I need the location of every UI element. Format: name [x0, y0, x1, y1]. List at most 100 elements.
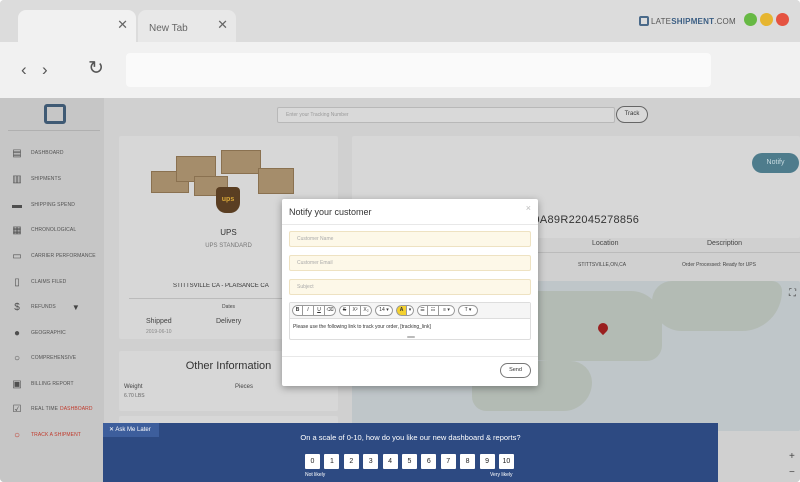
tab-new-tab[interactable]: New Tab ✕	[138, 10, 236, 42]
subscript-button[interactable]: X₂	[361, 305, 372, 316]
sidebar-item-real-time-dashboard[interactable]: ☑ REAL TIME DASHBOARD	[0, 396, 104, 422]
column-header-description: Description	[707, 240, 743, 247]
table-dropdown[interactable]: T ▾	[458, 305, 478, 316]
brand-mark-icon	[639, 16, 649, 26]
sidebar-item-label: CHRONOLOGICAL	[31, 227, 77, 233]
dollar-icon: $	[14, 301, 20, 313]
weight-label: Weight	[124, 384, 143, 390]
back-icon[interactable]: ‹	[21, 60, 27, 80]
sidebar-item-label: REAL TIME	[31, 406, 59, 412]
rating-scale: 0 1 2 3 4 5 6 7 8 9 10	[305, 454, 518, 469]
zoom-out-button[interactable]: −	[789, 467, 795, 478]
window-close-dot[interactable]	[776, 13, 789, 26]
rating-button-5[interactable]: 5	[401, 454, 417, 469]
sidebar-item-chronological[interactable]: ▦ CHRONOLOGICAL	[0, 217, 104, 243]
forward-icon[interactable]: ›	[42, 60, 48, 80]
rating-button-1[interactable]: 1	[324, 454, 340, 469]
rating-button-9[interactable]: 9	[479, 454, 495, 469]
message-body[interactable]: Please use the following link to track y…	[293, 324, 431, 330]
color-dropdown-caret[interactable]: ▾	[407, 305, 414, 316]
superscript-button[interactable]: X²	[350, 305, 361, 316]
reload-icon[interactable]: ↻	[88, 57, 104, 80]
ups-logo-icon: ups	[216, 187, 240, 213]
bullet-list-button[interactable]: ☰	[417, 305, 428, 316]
search-icon: ○	[13, 352, 21, 364]
window-minimize-dot[interactable]	[744, 13, 757, 26]
calendar-icon: ▦	[12, 224, 22, 236]
rating-button-0[interactable]: 0	[305, 454, 320, 469]
close-tab-icon[interactable]: ✕	[117, 17, 128, 33]
table-divider	[532, 252, 800, 253]
close-icon[interactable]: ×	[526, 203, 531, 213]
tab-active[interactable]: ✕	[18, 10, 136, 42]
subject-field[interactable]: Subject	[289, 279, 531, 295]
window-maximize-dot[interactable]	[760, 13, 773, 26]
rating-button-7[interactable]: 7	[440, 454, 456, 469]
sidebar-item-carrier-performance[interactable]: ▭ CARRIER PERFORMANCE	[0, 243, 104, 269]
format-group: B I U ⌫	[292, 305, 336, 316]
table-cell-location: STITTSVILLE,ON,CA	[578, 262, 627, 268]
address-bar[interactable]	[126, 53, 711, 87]
fullscreen-icon[interactable]: ⛶	[789, 288, 796, 299]
sidebar-item-refunds[interactable]: $ REFUNDS ▼	[0, 294, 104, 320]
strikethrough-button[interactable]: S	[339, 305, 350, 316]
rating-button-4[interactable]: 4	[382, 454, 398, 469]
zoom-in-button[interactable]: +	[789, 451, 795, 462]
sidebar-item-billing-report[interactable]: ▣ BILLING REPORT	[0, 371, 104, 397]
resize-handle[interactable]	[407, 336, 415, 338]
weight-value: 6.70 LBS	[124, 393, 145, 399]
sidebar-item-geographic[interactable]: ● GEOGRAPHIC	[0, 320, 104, 346]
sidebar-item-comprehensive[interactable]: ○ COMPREHENSIVE	[0, 345, 104, 371]
checkbox-icon: ☑	[12, 403, 22, 415]
bar-chart-icon: ▥	[12, 173, 22, 185]
truck-icon: ▬	[12, 199, 22, 211]
brand-suffix: SHIPMENT	[671, 16, 715, 26]
customer-email-field[interactable]: Customer Email	[289, 255, 531, 271]
sidebar-item-label: SHIPMENTS	[31, 176, 62, 182]
rating-button-3[interactable]: 3	[363, 454, 379, 469]
align-dropdown[interactable]: ≡ ▾	[439, 305, 455, 316]
sidebar-item-track-shipment[interactable]: ○ TRACK A SHIPMENT	[0, 422, 104, 448]
survey-question: On a scale of 0-10, how do you like our …	[300, 433, 521, 442]
scale-high-label: Very likely	[490, 472, 513, 478]
performance-icon: ▭	[12, 250, 22, 262]
editor-toolbar: B I U ⌫ S X² X₂ 14 ▾ A ▾ ☰ ☷ ≡ ▾ T ▾	[290, 303, 530, 319]
column-header-location: Location	[592, 240, 619, 247]
shipped-label: Shipped	[146, 318, 172, 325]
script-group: S X² X₂	[339, 305, 372, 316]
sidebar-divider	[8, 130, 100, 131]
rating-button-10[interactable]: 10	[498, 454, 514, 469]
message-editor[interactable]: B I U ⌫ S X² X₂ 14 ▾ A ▾ ☰ ☷ ≡ ▾ T ▾ Ple…	[289, 302, 531, 340]
sidebar-item-shipments[interactable]: ▥ SHIPMENTS	[0, 166, 104, 192]
sidebar-item-label: GEOGRAPHIC	[31, 330, 66, 336]
tracking-search-input[interactable]: Enter your Tracking Number	[277, 107, 615, 123]
sidebar-item-label: TRACK A SHIPMENT	[31, 432, 81, 438]
sidebar-item-label: COMPREHENSIVE	[31, 355, 77, 361]
numbered-list-button[interactable]: ☷	[428, 305, 439, 316]
close-tab-icon[interactable]: ✕	[217, 17, 228, 33]
font-size-dropdown[interactable]: 14 ▾	[375, 305, 393, 316]
clear-format-button[interactable]: ⌫	[325, 305, 336, 316]
chevron-down-icon[interactable]: ▼	[72, 303, 80, 312]
italic-button[interactable]: I	[303, 305, 314, 316]
modal-footer-divider	[282, 356, 538, 357]
rating-button-6[interactable]: 6	[421, 454, 437, 469]
text-color-button[interactable]: A	[396, 305, 407, 316]
rating-button-8[interactable]: 8	[460, 454, 476, 469]
list-group: ☰ ☷ ≡ ▾	[417, 305, 455, 316]
bold-button[interactable]: B	[292, 305, 303, 316]
dates-label: Dates	[222, 304, 236, 310]
track-button[interactable]: Track	[616, 106, 648, 123]
underline-button[interactable]: U	[314, 305, 325, 316]
send-button[interactable]: Send	[500, 363, 531, 378]
rating-button-2[interactable]: 2	[343, 454, 359, 469]
modal-title: Notify your customer	[289, 207, 372, 217]
customer-name-field[interactable]: Customer Name	[289, 231, 531, 247]
app-logo-icon[interactable]	[44, 104, 66, 124]
sidebar-item-shipping-spend[interactable]: ▬ SHIPPING SPEND	[0, 192, 104, 218]
sidebar-item-claims-filed[interactable]: ▯ CLAIMS FILED	[0, 269, 104, 295]
sidebar-item-label: DASHBOARD	[31, 150, 64, 156]
sidebar-item-dashboard[interactable]: ▤ DASHBOARD	[0, 140, 104, 166]
table-cell-description: Order Processed: Ready for UPS	[682, 262, 756, 268]
notify-button[interactable]: Notify	[752, 153, 799, 173]
